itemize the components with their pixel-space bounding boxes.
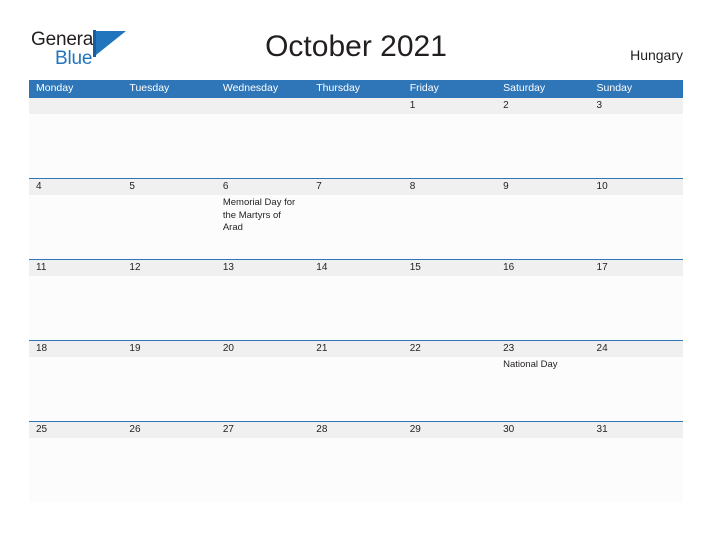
day-number[interactable]: 4	[29, 179, 122, 195]
week-event-band	[29, 438, 683, 502]
day-number[interactable]	[216, 98, 309, 114]
day-event-text[interactable]	[29, 438, 122, 502]
day-number[interactable]	[309, 98, 402, 114]
day-event-text[interactable]	[590, 276, 683, 340]
day-event-text[interactable]	[496, 114, 589, 178]
weekday-header-sunday: Sunday	[596, 82, 633, 94]
day-event-text[interactable]	[29, 276, 122, 340]
day-number[interactable]: 1	[403, 98, 496, 114]
weekday-header-wednesday: Wednesday	[222, 82, 279, 94]
day-number[interactable]: 9	[496, 179, 589, 195]
day-event-text[interactable]	[216, 276, 309, 340]
day-event-text[interactable]	[496, 438, 589, 502]
weekday-header-friday: Friday	[409, 82, 439, 94]
day-event-text[interactable]	[309, 357, 402, 421]
day-number[interactable]: 28	[309, 422, 402, 438]
day-event-text[interactable]: National Day	[496, 357, 589, 421]
day-number[interactable]: 30	[496, 422, 589, 438]
day-number[interactable]: 13	[216, 260, 309, 276]
week-date-number-band: 1 2 3	[29, 97, 683, 114]
calendar-week-row: 4 5 6 7 8 9 10 Memorial Day for the Mart…	[29, 178, 683, 259]
day-event-text[interactable]	[403, 438, 496, 502]
day-number[interactable]	[122, 98, 215, 114]
day-number[interactable]: 18	[29, 341, 122, 357]
day-event-text[interactable]	[403, 195, 496, 259]
day-number[interactable]: 23	[496, 341, 589, 357]
day-event-text[interactable]	[309, 438, 402, 502]
day-number[interactable]: 14	[309, 260, 402, 276]
day-number[interactable]: 26	[122, 422, 215, 438]
calendar-week-row: 1 2 3	[29, 97, 683, 178]
day-event-text[interactable]	[216, 438, 309, 502]
day-number[interactable]: 31	[590, 422, 683, 438]
week-event-band	[29, 114, 683, 178]
day-event-text[interactable]	[122, 276, 215, 340]
day-event-text[interactable]	[496, 276, 589, 340]
week-event-band: National Day	[29, 357, 683, 421]
week-date-number-band: 18 19 20 21 22 23 24	[29, 340, 683, 357]
page-title: October 2021	[265, 30, 447, 63]
week-date-number-band: 11 12 13 14 15 16 17	[29, 259, 683, 276]
week-date-number-band: 25 26 27 28 29 30 31	[29, 421, 683, 438]
day-event-text[interactable]	[122, 438, 215, 502]
day-event-text[interactable]	[403, 276, 496, 340]
weekday-header-tuesday: Tuesday	[129, 82, 170, 94]
weekday-header-monday: Monday	[36, 82, 74, 94]
day-number[interactable]: 29	[403, 422, 496, 438]
day-event-text[interactable]	[403, 357, 496, 421]
day-number[interactable]: 21	[309, 341, 402, 357]
day-number[interactable]: 3	[590, 98, 683, 114]
week-date-number-band: 4 5 6 7 8 9 10	[29, 178, 683, 195]
day-event-text[interactable]	[122, 114, 215, 178]
day-event-text[interactable]	[216, 114, 309, 178]
page-header: General Blue October 2021 Hungary	[0, 0, 712, 80]
day-event-text[interactable]	[590, 114, 683, 178]
weekday-header-thursday: Thursday	[316, 82, 361, 94]
day-number[interactable]: 19	[122, 341, 215, 357]
calendar-page: General Blue October 2021 Hungary Monday…	[0, 0, 712, 550]
day-number[interactable]: 6	[216, 179, 309, 195]
day-event-text[interactable]	[496, 195, 589, 259]
day-number[interactable]: 25	[29, 422, 122, 438]
day-event-text[interactable]	[122, 357, 215, 421]
day-event-text[interactable]	[590, 195, 683, 259]
weekday-header-row: Monday Tuesday Wednesday Thursday Friday…	[29, 80, 683, 97]
day-number[interactable]: 2	[496, 98, 589, 114]
day-number[interactable]: 22	[403, 341, 496, 357]
day-number[interactable]: 17	[590, 260, 683, 276]
day-event-text[interactable]	[309, 114, 402, 178]
day-number[interactable]: 7	[309, 179, 402, 195]
day-event-text[interactable]	[122, 195, 215, 259]
day-event-text[interactable]	[29, 195, 122, 259]
day-number[interactable]: 16	[496, 260, 589, 276]
day-number[interactable]: 8	[403, 179, 496, 195]
day-event-text[interactable]	[403, 114, 496, 178]
day-number[interactable]: 15	[403, 260, 496, 276]
day-event-text[interactable]	[309, 276, 402, 340]
week-event-band: Memorial Day for the Martyrs of Arad	[29, 195, 683, 259]
day-number[interactable]: 12	[122, 260, 215, 276]
day-number[interactable]: 11	[29, 260, 122, 276]
calendar-week-row: 11 12 13 14 15 16 17	[29, 259, 683, 340]
day-event-text[interactable]	[590, 357, 683, 421]
week-event-band	[29, 276, 683, 340]
day-event-text[interactable]	[29, 114, 122, 178]
day-event-text[interactable]: Memorial Day for the Martyrs of Arad	[216, 195, 309, 259]
calendar-week-row: 18 19 20 21 22 23 24 National Day	[29, 340, 683, 421]
calendar-week-row: 25 26 27 28 29 30 31	[29, 421, 683, 502]
day-number[interactable]	[29, 98, 122, 114]
day-number[interactable]: 27	[216, 422, 309, 438]
day-number[interactable]: 20	[216, 341, 309, 357]
day-number[interactable]: 5	[122, 179, 215, 195]
day-event-text[interactable]	[309, 195, 402, 259]
day-number[interactable]: 24	[590, 341, 683, 357]
weekday-header-saturday: Saturday	[503, 82, 546, 94]
calendar-grid: Monday Tuesday Wednesday Thursday Friday…	[29, 80, 683, 502]
country-label: Hungary	[630, 47, 683, 63]
day-event-text[interactable]	[216, 357, 309, 421]
day-number[interactable]: 10	[590, 179, 683, 195]
day-event-text[interactable]	[29, 357, 122, 421]
day-event-text[interactable]	[590, 438, 683, 502]
